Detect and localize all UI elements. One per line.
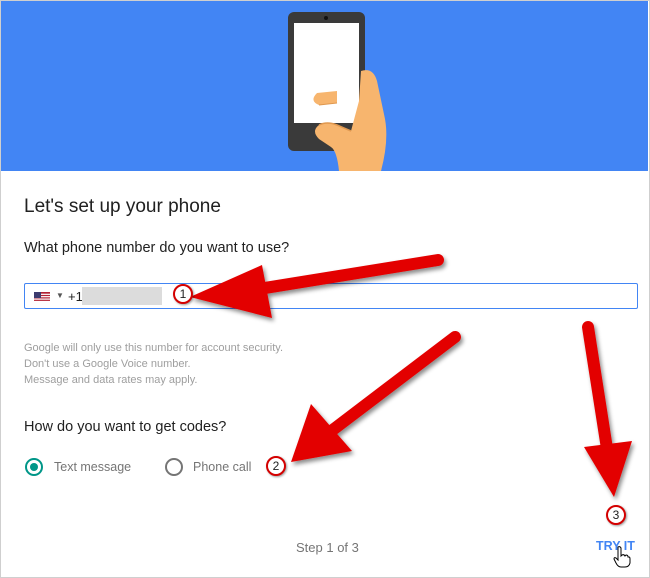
annotation-arrows	[190, 254, 632, 497]
annotation-badge-2: 2	[266, 456, 286, 476]
arrow-1	[234, 254, 444, 298]
arrow-2	[324, 331, 461, 438]
hand-pointer-icon	[613, 546, 631, 568]
annotation-badge-1: 1	[173, 284, 193, 304]
arrow-3	[582, 321, 614, 461]
annotation-badge-3: 3	[606, 505, 626, 525]
